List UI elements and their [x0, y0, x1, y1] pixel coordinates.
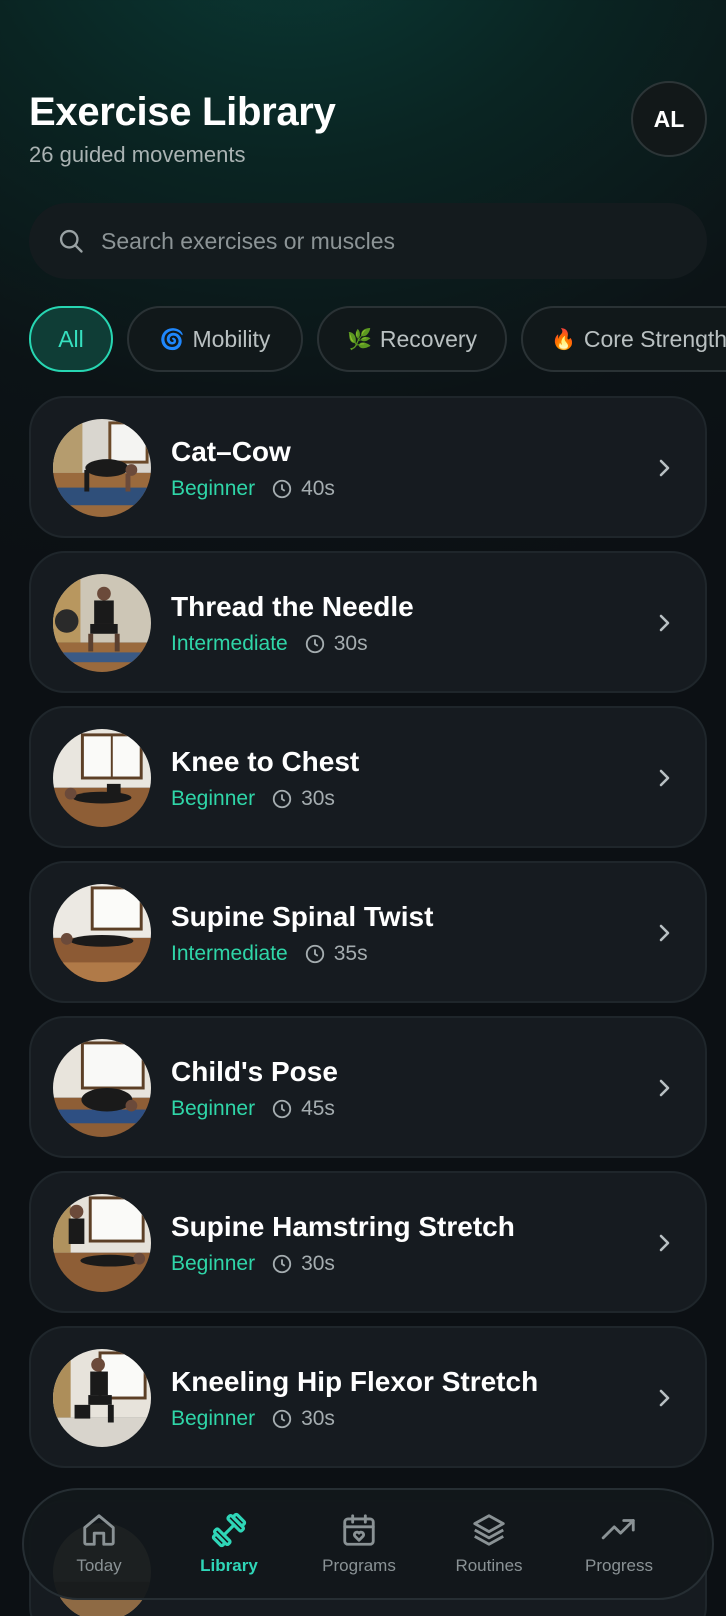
nav-label: Programs — [322, 1556, 396, 1575]
fire-icon: 🔥 — [551, 328, 576, 351]
herb-icon: 🌿 — [346, 328, 372, 351]
clock-icon — [272, 479, 292, 499]
filter-chips: All 🌀 Mobility 🌿 Recovery 🔥 Core Strengt… — [29, 306, 726, 372]
duration-label: 30s — [301, 1407, 335, 1430]
dumbbell-icon — [211, 1512, 247, 1548]
chip-mobility[interactable]: 🌀 Mobility — [127, 306, 303, 372]
chip-core-strength[interactable]: 🔥 Core Strength — [521, 306, 726, 372]
page-header: Exercise Library 26 guided movements — [29, 88, 336, 168]
duration-label: 30s — [301, 787, 335, 810]
nav-item-routines[interactable]: Routines — [422, 1490, 556, 1602]
exercise-name: Kneeling Hip Flexor Stretch — [171, 1366, 539, 1397]
search-icon — [59, 229, 83, 253]
chip-recovery[interactable]: 🌿 Recovery — [317, 306, 507, 372]
clock-icon — [272, 1409, 292, 1429]
exercise-thumbnail — [53, 574, 151, 672]
difficulty-label: Beginner — [171, 1407, 256, 1430]
exercise-thumbnail — [53, 1349, 151, 1447]
home-icon — [83, 1514, 115, 1546]
exercise-thumbnail — [53, 884, 151, 982]
difficulty-label: Beginner — [171, 1097, 256, 1120]
clock-icon — [272, 1099, 292, 1119]
chip-label: Recovery — [379, 325, 478, 352]
exercise-name: Cat–Cow — [171, 436, 291, 467]
exercise-card-cat-cow[interactable]: Cat–Cow Beginner 40s — [29, 396, 707, 538]
chevron-right-icon — [659, 1389, 670, 1407]
nav-label: Library — [200, 1556, 258, 1575]
clock-icon — [305, 634, 324, 654]
difficulty-label: Intermediate — [171, 632, 288, 655]
exercise-thumbnail — [53, 729, 151, 827]
search-bar[interactable] — [29, 203, 707, 279]
difficulty-label: Intermediate — [171, 942, 288, 965]
clock-icon — [272, 1254, 292, 1274]
nav-item-programs[interactable]: Programs — [292, 1490, 426, 1602]
exercise-thumbnail — [53, 1194, 151, 1292]
chevron-right-icon — [659, 924, 670, 942]
duration-label: 30s — [333, 632, 368, 655]
exercise-name: Supine Spinal Twist — [171, 901, 434, 932]
calendar-heart-icon — [343, 1514, 375, 1546]
chip-label: Mobility — [192, 325, 271, 352]
nav-item-library[interactable]: Library — [162, 1490, 296, 1602]
difficulty-label: Beginner — [171, 1252, 256, 1275]
exercise-card-childs-pose[interactable]: Child's Pose Beginner 45s — [29, 1016, 707, 1158]
layers-icon — [473, 1514, 505, 1546]
bottom-nav: Today Library Programs Routines Progress — [22, 1488, 714, 1600]
nav-label: Routines — [455, 1556, 523, 1575]
page-title: Exercise Library — [29, 90, 336, 134]
page-subtitle: 26 guided movements — [29, 142, 246, 167]
duration-label: 40s — [301, 477, 335, 500]
trend-up-icon — [601, 1519, 635, 1540]
exercise-name: Supine Hamstring Stretch — [171, 1211, 515, 1242]
clock-icon — [272, 789, 292, 809]
exercise-meta: Beginner 45s — [171, 1097, 335, 1121]
chevron-right-icon — [659, 459, 670, 477]
exercise-name: Knee to Chest — [171, 746, 360, 777]
exercise-meta: Intermediate 35s — [171, 942, 368, 966]
chevron-right-icon — [659, 614, 670, 632]
exercise-name: Thread the Needle — [171, 591, 414, 622]
exercise-meta: Beginner 30s — [171, 787, 335, 811]
avatar[interactable]: AL — [631, 81, 707, 157]
exercise-name: Child's Pose — [171, 1056, 338, 1087]
exercise-card-supine-hamstring-stretch[interactable]: Supine Hamstring Stretch Beginner 30s — [29, 1171, 707, 1313]
exercise-card-supine-spinal-twist[interactable]: Supine Spinal Twist Intermediate 35s — [29, 861, 707, 1003]
duration-label: 45s — [301, 1097, 335, 1120]
difficulty-label: Beginner — [171, 787, 256, 810]
exercise-card-knee-to-chest[interactable]: Knee to Chest Beginner 30s — [29, 706, 707, 848]
chevron-right-icon — [659, 1079, 670, 1097]
exercise-card-thread-the-needle[interactable]: Thread the Needle Intermediate 30s — [29, 551, 707, 693]
chip-label: Core Strength — [583, 325, 726, 352]
exercise-meta: Intermediate 30s — [171, 632, 368, 656]
nav-label: Progress — [584, 1556, 654, 1575]
clock-icon — [305, 944, 324, 964]
nav-item-progress[interactable]: Progress — [552, 1490, 686, 1602]
chevron-right-icon — [659, 769, 670, 787]
exercise-thumbnail — [53, 419, 151, 517]
exercise-meta: Beginner 30s — [171, 1407, 335, 1431]
chevron-right-icon — [659, 1234, 670, 1252]
duration-label: 30s — [301, 1252, 335, 1275]
nav-label: Today — [76, 1556, 122, 1575]
difficulty-label: Beginner — [171, 477, 256, 500]
search-input[interactable] — [101, 227, 661, 255]
chip-label: All — [58, 325, 84, 352]
exercise-meta: Beginner 30s — [171, 1252, 335, 1276]
exercise-thumbnail — [53, 1039, 151, 1137]
duration-label: 35s — [333, 942, 368, 965]
exercise-card-kneeling-hip-flexor-stretch[interactable]: Kneeling Hip Flexor Stretch Beginner 30s — [29, 1326, 707, 1468]
spiral-icon: 🌀 — [159, 328, 185, 351]
nav-item-today[interactable]: Today — [32, 1490, 166, 1602]
chip-all[interactable]: All — [29, 306, 113, 372]
exercise-meta: Beginner 40s — [171, 477, 335, 501]
